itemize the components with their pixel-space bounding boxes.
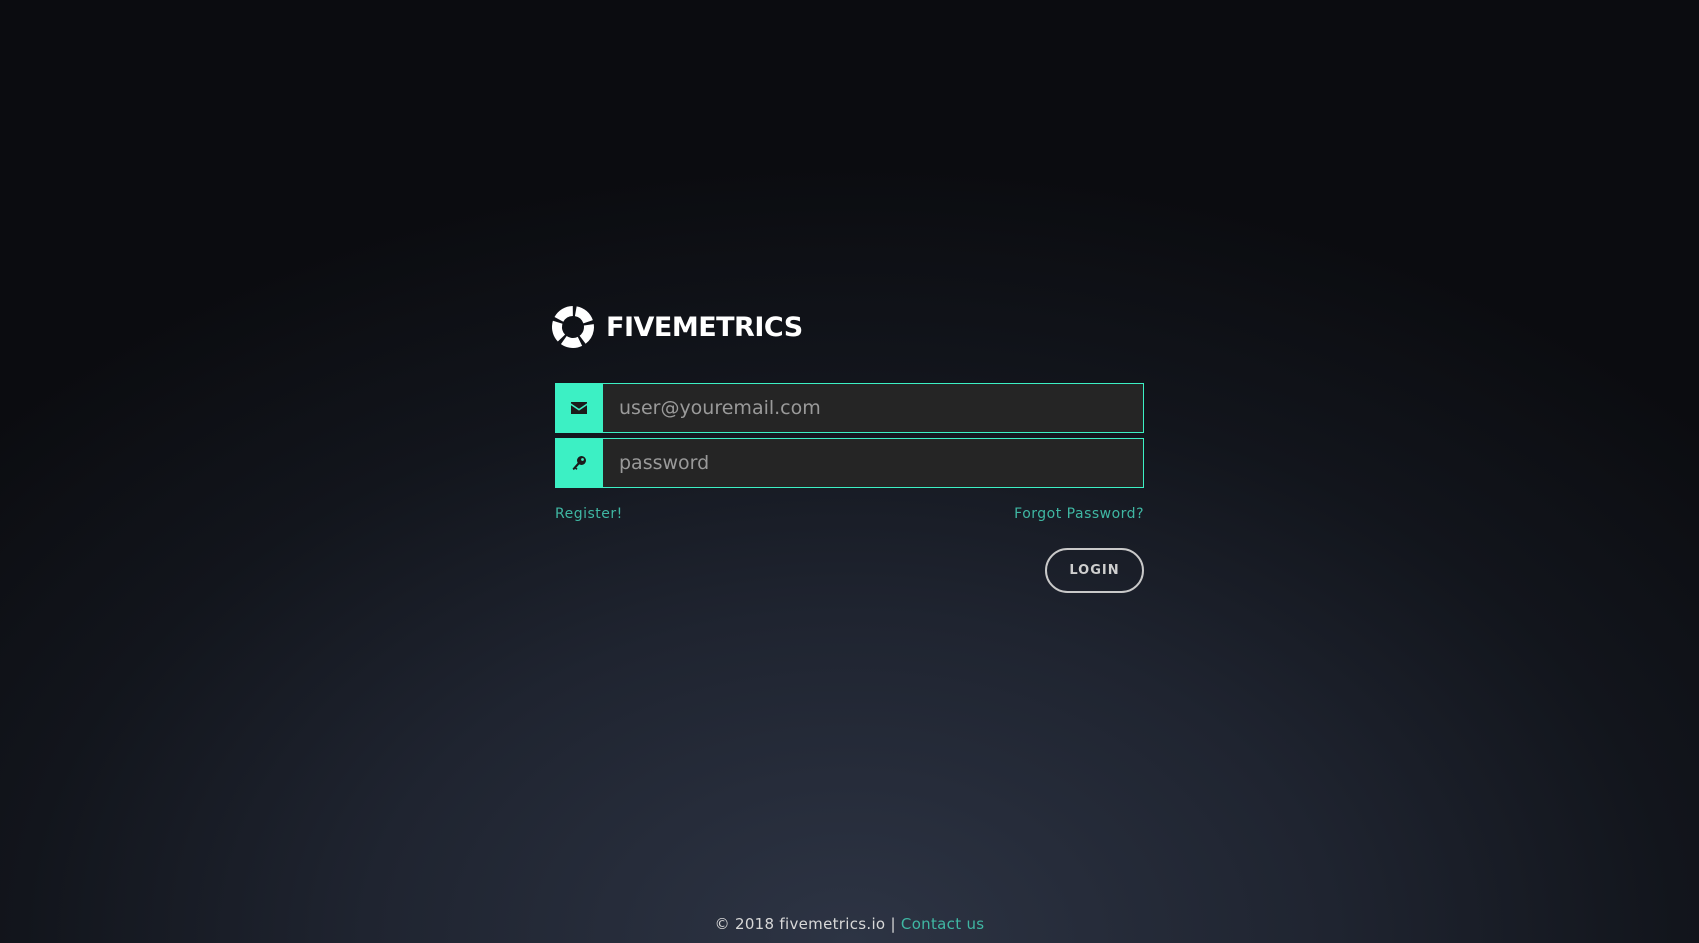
footer: © 2018 fivemetrics.io | Contact us bbox=[0, 915, 1699, 933]
fivemetrics-logo-icon bbox=[552, 306, 594, 348]
brand: FIVEMETRICS bbox=[549, 300, 803, 354]
register-link[interactable]: Register! bbox=[555, 506, 623, 522]
password-field-group bbox=[555, 438, 1144, 488]
footer-separator: | bbox=[890, 915, 896, 933]
contact-us-link[interactable]: Contact us bbox=[901, 915, 984, 933]
brand-name: FIVEMETRICS bbox=[606, 311, 803, 343]
password-input[interactable] bbox=[603, 438, 1144, 488]
email-field-group bbox=[555, 383, 1144, 433]
email-input[interactable] bbox=[603, 383, 1144, 433]
copyright-text: © 2018 fivemetrics.io bbox=[714, 915, 886, 933]
envelope-icon bbox=[555, 383, 603, 433]
key-icon bbox=[555, 438, 603, 488]
login-button[interactable]: LOGIN bbox=[1045, 548, 1144, 593]
forgot-password-link[interactable]: Forgot Password? bbox=[1014, 506, 1144, 522]
